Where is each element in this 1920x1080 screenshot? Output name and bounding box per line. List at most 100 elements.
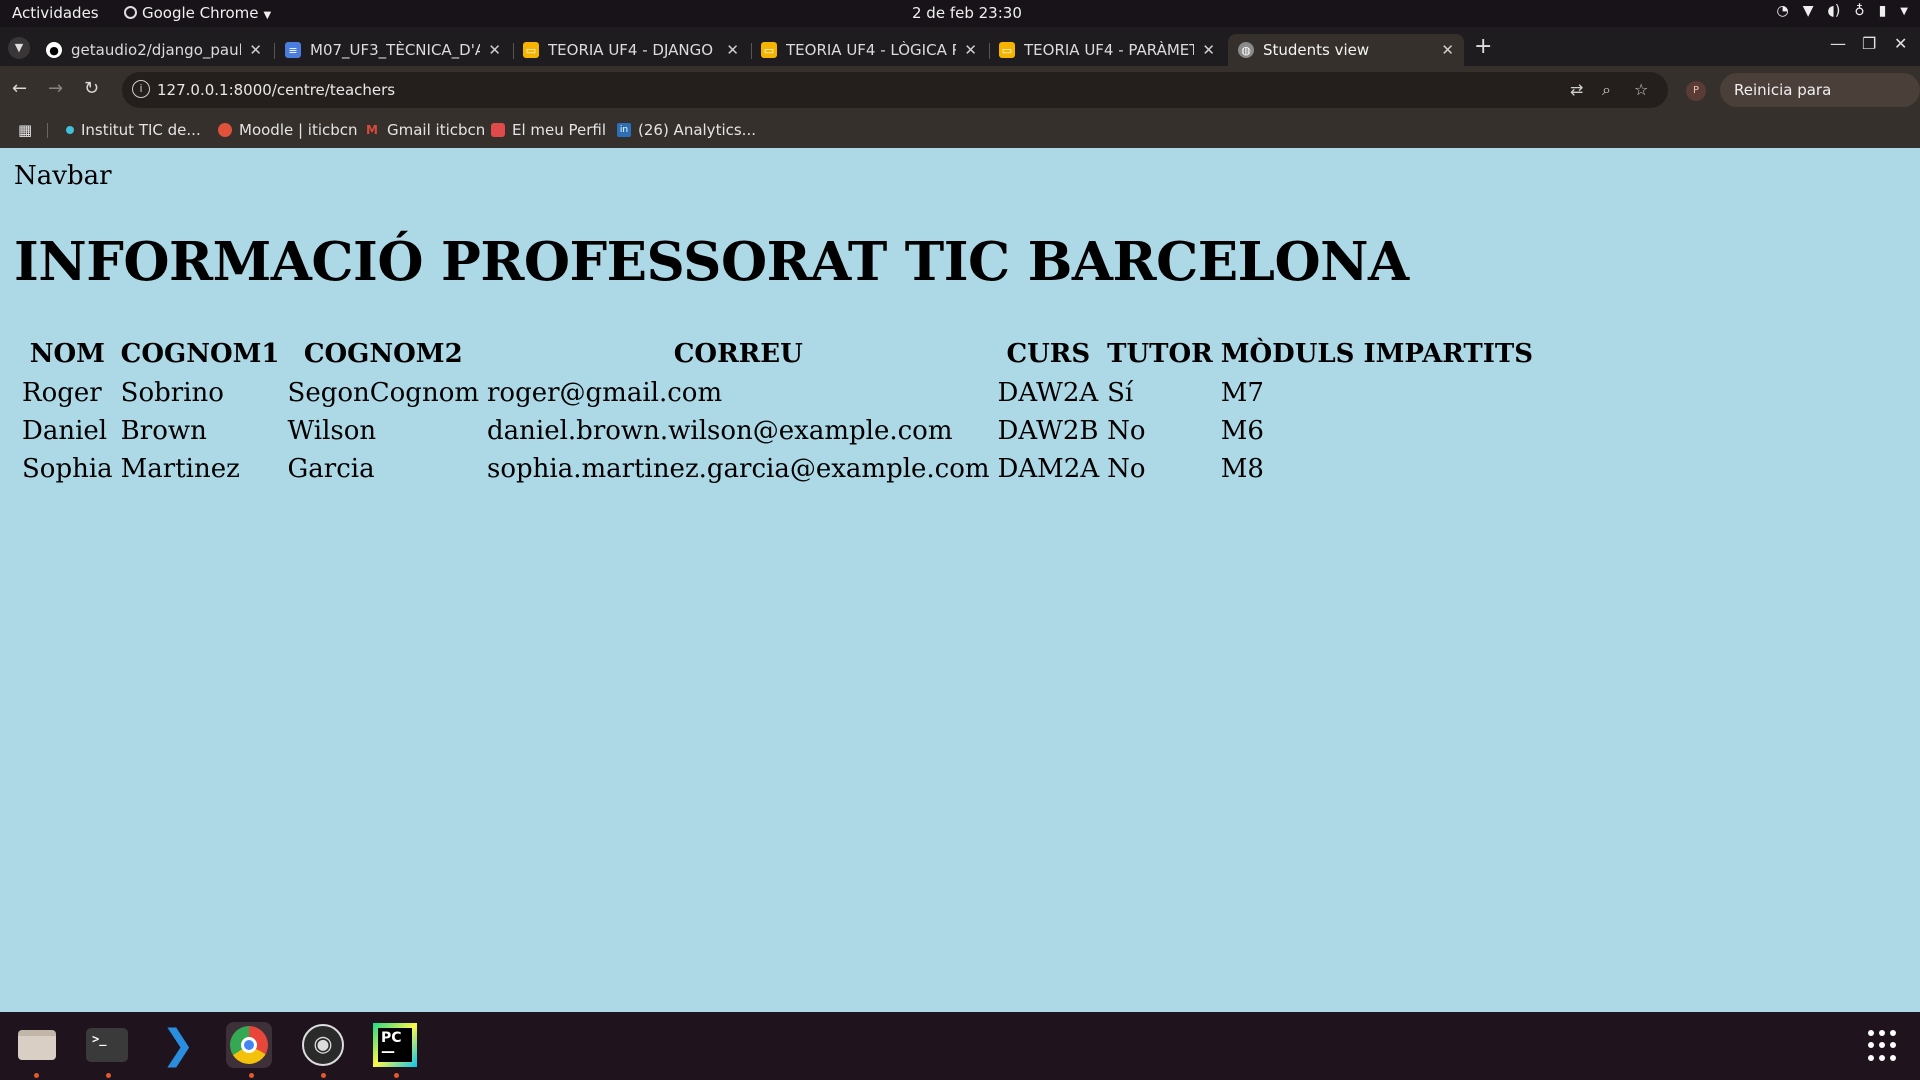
running-indicator — [34, 1073, 39, 1078]
docs-icon: ≡ — [285, 42, 301, 58]
battery-icon: ▮ — [1878, 3, 1887, 19]
slides-icon: ▭ — [523, 42, 539, 58]
tab-slides-django[interactable]: ▭ TEORIA UF4 - DJANGO - ✕ — [513, 34, 749, 66]
folder-icon — [18, 1030, 56, 1060]
table-row: Roger Sobrino SegonCognom roger@gmail.co… — [20, 375, 1535, 411]
system-tray[interactable]: ◔ ▼ ◖) ♁ ▮ ▼ — [1776, 3, 1908, 19]
caret-down-icon: ▼ — [263, 10, 272, 21]
tab-slides-logica[interactable]: ▭ TEORIA UF4 - LÒGICA PY ✕ — [751, 34, 987, 66]
close-tab-icon[interactable]: ✕ — [249, 41, 262, 59]
obs-app-icon[interactable]: ◉ — [300, 1022, 346, 1068]
chrome-app-icon[interactable] — [226, 1022, 272, 1068]
gmail-icon: M — [366, 123, 378, 137]
bookmarks-bar: ▦ Institut TIC de... Moodle | iticbcn M … — [0, 113, 1920, 148]
vscode-icon: ❯ — [161, 1022, 195, 1068]
github-icon: ● — [46, 42, 62, 58]
tab-title: TEORIA UF4 - LÒGICA PY — [786, 41, 957, 59]
column-header-cognom2: COGNOM2 — [303, 339, 463, 369]
cell-nom: Sophia — [22, 454, 113, 484]
minimize-icon[interactable]: — — [1830, 34, 1846, 53]
slides-icon: ▭ — [761, 42, 777, 58]
cell-cognom2: Wilson — [287, 416, 377, 446]
bookmark-star-icon[interactable]: ☆ — [1634, 80, 1648, 99]
tab-github[interactable]: ● getaudio2/django_paul ✕ — [36, 34, 272, 66]
cell-tutor: No — [1107, 454, 1146, 484]
wifi-icon: ▼ — [1802, 3, 1814, 19]
cell-cognom1: Brown — [120, 416, 207, 446]
teachers-table: NOM COGNOM1 COGNOM2 CORREU CURS TUTOR MÒ… — [16, 333, 1539, 489]
back-icon[interactable]: ← — [12, 78, 27, 99]
translate-icon[interactable]: ⇄ — [1570, 80, 1583, 99]
bookmark-moodle[interactable]: Moodle | iticbcn — [218, 121, 358, 139]
page-content: Navbar INFORMACIÓ PROFESSORAT TIC BARCEL… — [0, 148, 1920, 1012]
column-header-correu: CORREU — [673, 339, 803, 369]
column-header-curs: CURS — [1006, 339, 1091, 369]
tab-title: TEORIA UF4 - PARÀMETI — [1024, 41, 1195, 59]
tab-students-view[interactable]: ◍ Students view ✕ — [1228, 34, 1464, 66]
globe-icon: ◍ — [1238, 42, 1254, 58]
cell-cognom2: SegonCognom — [287, 378, 479, 408]
forward-icon[interactable]: → — [48, 78, 63, 99]
site-info-icon[interactable]: i — [132, 80, 150, 98]
cell-cognom1: Sobrino — [120, 378, 224, 408]
tab-title: Students view — [1263, 41, 1370, 59]
page-title: INFORMACIÓ PROFESSORAT TIC BARCELONA — [14, 231, 1409, 293]
new-tab-icon[interactable]: + — [1474, 34, 1492, 59]
tray-menu-icon[interactable]: ▼ — [1900, 3, 1908, 19]
tab-title: M07_UF3_TÈCNICA_D'A — [310, 41, 481, 59]
pycharm-app-icon[interactable]: PC — — [372, 1022, 418, 1068]
bookmark-gmail[interactable]: M Gmail iticbcn — [366, 121, 485, 139]
bookmark-analytics[interactable]: in (26) Analytics... — [617, 121, 756, 139]
files-app-icon[interactable] — [14, 1022, 60, 1068]
close-tab-icon[interactable]: ✕ — [1202, 41, 1215, 59]
profile-avatar[interactable]: P — [1686, 81, 1706, 101]
terminal-app-icon[interactable]: >_ — [84, 1022, 130, 1068]
volume-icon: ◖) — [1827, 3, 1841, 19]
cell-moduls: M7 — [1220, 378, 1264, 408]
running-indicator — [106, 1073, 111, 1078]
address-bar[interactable]: i 127.0.0.1:8000/centre/teachers ⇄ ⌕ ☆ — [122, 72, 1668, 108]
tab-slides-parametres[interactable]: ▭ TEORIA UF4 - PARÀMETI ✕ — [989, 34, 1225, 66]
update-button[interactable]: Reinicia para actualizar⋮ — [1720, 73, 1920, 133]
table-row: Sophia Martinez Garcia sophia.martinez.g… — [20, 451, 1535, 487]
chrome-small-icon — [124, 6, 137, 19]
tab-docs[interactable]: ≡ M07_UF3_TÈCNICA_D'A ✕ — [275, 34, 511, 66]
tab-search-icon[interactable]: ▼ — [8, 37, 30, 59]
bookmarks-divider — [47, 123, 48, 138]
close-tab-icon[interactable]: ✕ — [726, 41, 739, 59]
clock[interactable]: 2 de feb 23:30 — [912, 4, 1022, 22]
bookmark-label: Moodle | iticbcn — [239, 121, 358, 139]
restore-icon[interactable]: ❐ — [1862, 34, 1876, 53]
cell-curs: DAM2A — [997, 454, 1100, 484]
close-tab-icon[interactable]: ✕ — [964, 41, 977, 59]
cell-curs: DAW2B — [997, 416, 1099, 446]
system-top-bar: Actividades Google Chrome ▼ 2 de feb 23:3… — [0, 0, 1920, 27]
pycharm-icon: PC — — [373, 1023, 417, 1067]
app-menu-label: Google Chrome — [142, 4, 259, 22]
cell-curs: DAW2A — [997, 378, 1099, 408]
bookmark-perfil[interactable]: El meu Perfil — [491, 121, 606, 139]
update-status-icon[interactable]: ◔ — [1776, 3, 1788, 19]
window-close-icon[interactable]: ✕ — [1894, 34, 1907, 53]
url-text[interactable]: 127.0.0.1:8000/centre/teachers — [157, 81, 395, 99]
browser-toolbar: ← → ↻ i 127.0.0.1:8000/centre/teachers ⇄… — [0, 66, 1920, 133]
vscode-app-icon[interactable]: ❯ — [155, 1022, 201, 1068]
navbar-text: Navbar — [14, 161, 112, 191]
bookmark-label: (26) Analytics... — [638, 121, 756, 139]
activities-button[interactable]: Actividades — [12, 4, 99, 22]
app-menu[interactable]: Google Chrome ▼ — [124, 4, 271, 22]
show-apps-grid-icon[interactable] — [1868, 1030, 1900, 1062]
column-header-nom: NOM — [29, 339, 105, 369]
close-tab-icon[interactable]: ✕ — [488, 41, 501, 59]
reload-icon[interactable]: ↻ — [84, 78, 99, 99]
apps-grid-icon[interactable]: ▦ — [18, 121, 32, 139]
zoom-icon[interactable]: ⌕ — [1602, 80, 1611, 100]
cell-nom: Roger — [22, 378, 102, 408]
cell-moduls: M8 — [1220, 454, 1264, 484]
close-tab-icon[interactable]: ✕ — [1441, 41, 1454, 59]
bookmark-institut[interactable]: Institut TIC de... — [66, 121, 201, 139]
bookmark-label: El meu Perfil — [512, 121, 607, 139]
column-header-moduls: MÒDULS IMPARTITS — [1220, 339, 1534, 369]
taskbar-dock: >_ ❯ ◉ PC — — [0, 1012, 1920, 1080]
slides-icon: ▭ — [999, 42, 1015, 58]
